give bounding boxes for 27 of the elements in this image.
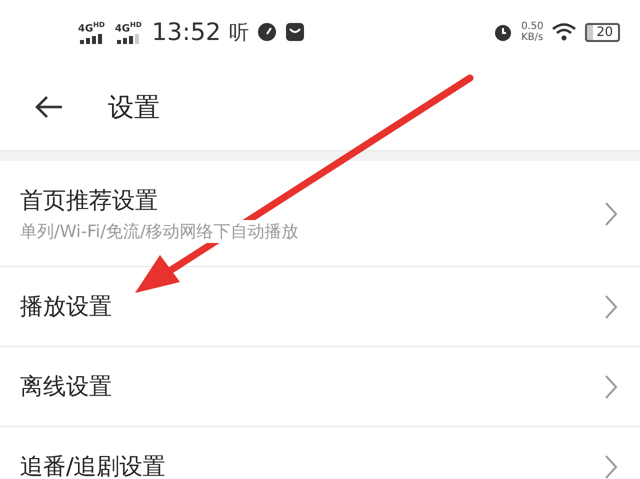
network-label: 4G$^{HD}$ bbox=[78, 20, 105, 34]
alarm-icon bbox=[493, 22, 514, 42]
chevron-icon bbox=[604, 374, 618, 400]
status-time: 13:52 bbox=[152, 18, 221, 46]
wifi-icon bbox=[551, 22, 578, 42]
setting-label: 追番/追剧设置 bbox=[20, 453, 166, 479]
chevron-icon bbox=[604, 200, 618, 226]
back-arrow-icon[interactable] bbox=[34, 95, 64, 119]
network-label: 4G$^{HD}$ bbox=[114, 20, 142, 34]
app-glyph: 听 bbox=[228, 18, 249, 46]
signal-icon bbox=[117, 34, 140, 44]
chevron-icon bbox=[604, 294, 618, 320]
page-title: 设置 bbox=[108, 92, 160, 124]
settings-row[interactable]: 追番/追剧设置 bbox=[0, 427, 640, 479]
signal-icon bbox=[80, 34, 102, 44]
battery-indicator: 20 bbox=[585, 22, 620, 42]
settings-row[interactable]: 首页推荐设置 单列/Wi-Fi/免流/移动网络下自动播放 bbox=[0, 161, 640, 267]
setting-label: 首页推荐设置 bbox=[20, 186, 159, 216]
setting-description: 单列/Wi-Fi/免流/移动网络下自动播放 bbox=[20, 220, 299, 242]
chevron-icon bbox=[604, 454, 618, 479]
settings-row[interactable]: 离线设置 bbox=[0, 347, 640, 427]
speed-value: 0.50 bbox=[521, 21, 544, 32]
setting-label: 离线设置 bbox=[20, 373, 112, 402]
setting-label: 播放设置 bbox=[20, 293, 112, 322]
gauge-icon bbox=[256, 22, 277, 42]
message-icon bbox=[284, 22, 305, 42]
speed-unit: KB/s bbox=[521, 32, 544, 43]
